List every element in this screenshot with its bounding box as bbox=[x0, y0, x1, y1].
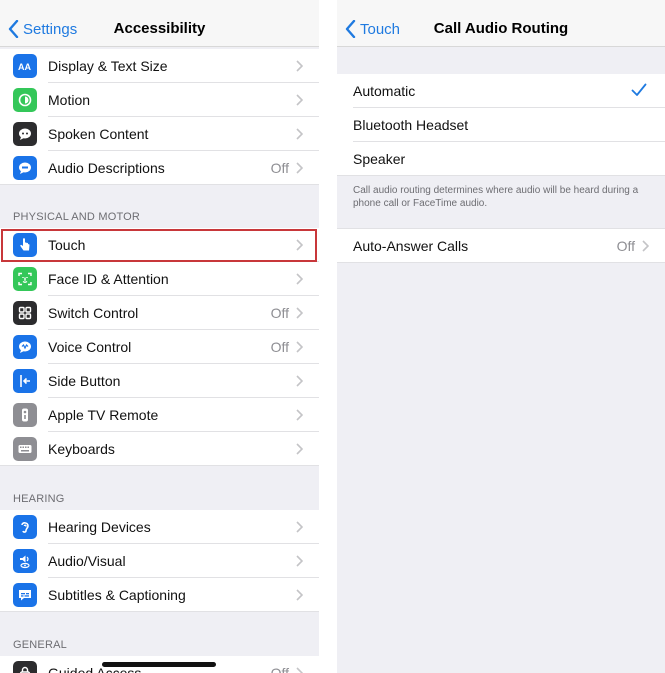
nav-bar: Touch Call Audio Routing bbox=[337, 0, 665, 47]
chevron-right-icon bbox=[296, 94, 303, 106]
row-label: Display & Text Size bbox=[48, 58, 168, 74]
nav-bar: Settings Accessibility bbox=[0, 0, 319, 47]
row-value: Off bbox=[270, 665, 289, 673]
chevron-right-icon bbox=[296, 239, 303, 251]
row-label: Side Button bbox=[48, 373, 121, 389]
lock-icon bbox=[13, 661, 37, 673]
section-header-general: GENERAL bbox=[13, 639, 67, 651]
routing-footnote: Call audio routing determines where audi… bbox=[353, 185, 639, 209]
row-label: Auto-Answer Calls bbox=[353, 238, 469, 254]
option-speaker[interactable]: Speaker bbox=[337, 142, 665, 176]
row-value: Off bbox=[270, 339, 289, 355]
keyboard-icon bbox=[13, 437, 37, 461]
row-label: Switch Control bbox=[48, 305, 139, 321]
svg-text:AA: AA bbox=[18, 62, 31, 72]
page-title: Accessibility bbox=[113, 20, 206, 37]
motion-icon bbox=[13, 88, 37, 112]
row-value: Off bbox=[616, 238, 635, 254]
row-keyboards[interactable]: Keyboards bbox=[0, 432, 319, 466]
row-voice-control[interactable]: Voice Control Off bbox=[0, 330, 319, 364]
chevron-right-icon bbox=[296, 589, 303, 601]
chevron-right-icon bbox=[642, 240, 649, 252]
row-motion[interactable]: Motion bbox=[0, 83, 319, 117]
speech-bubble-icon bbox=[13, 122, 37, 146]
chevron-right-icon bbox=[296, 667, 303, 673]
row-audio-descriptions[interactable]: Audio Descriptions Off bbox=[0, 151, 319, 185]
text-size-icon: AA bbox=[13, 54, 37, 78]
audio-visual-icon bbox=[13, 549, 37, 573]
chevron-right-icon bbox=[296, 307, 303, 319]
row-switch-control[interactable]: Switch Control Off bbox=[0, 296, 319, 330]
section-header-physical: PHYSICAL AND MOTOR bbox=[13, 211, 141, 223]
page-title: Call Audio Routing bbox=[433, 20, 569, 37]
row-label: Spoken Content bbox=[48, 126, 149, 142]
chevron-right-icon bbox=[296, 162, 303, 174]
row-label: Voice Control bbox=[48, 339, 132, 355]
checkmark-icon bbox=[631, 83, 647, 96]
home-indicator bbox=[102, 662, 216, 667]
chevron-right-icon bbox=[296, 521, 303, 533]
row-value: Off bbox=[270, 160, 289, 176]
row-label: Hearing Devices bbox=[48, 519, 151, 535]
row-label: Touch bbox=[48, 237, 86, 253]
row-label: Keyboards bbox=[48, 441, 115, 457]
option-bluetooth-headset[interactable]: Bluetooth Headset bbox=[337, 108, 665, 142]
row-display-text-size[interactable]: AA Display & Text Size bbox=[0, 49, 319, 83]
remote-icon bbox=[13, 403, 37, 427]
row-label: Face ID & Attention bbox=[48, 271, 169, 287]
chevron-right-icon bbox=[296, 273, 303, 285]
section-header-hearing: HEARING bbox=[13, 493, 65, 505]
call-audio-routing-screen: Touch Call Audio Routing Automatic Bluet… bbox=[337, 0, 665, 673]
audio-description-icon bbox=[13, 156, 37, 180]
chevron-right-icon bbox=[296, 341, 303, 353]
row-subtitles-captioning[interactable]: Subtitles & Captioning bbox=[0, 578, 319, 612]
row-apple-tv-remote[interactable]: Apple TV Remote bbox=[0, 398, 319, 432]
option-automatic[interactable]: Automatic bbox=[337, 74, 665, 108]
chevron-right-icon bbox=[296, 555, 303, 567]
row-audio-visual[interactable]: Audio/Visual bbox=[0, 544, 319, 578]
row-face-id-attention[interactable]: Face ID & Attention bbox=[0, 262, 319, 296]
chevron-right-icon bbox=[296, 409, 303, 421]
row-auto-answer-calls[interactable]: Auto-Answer Calls Off bbox=[337, 228, 665, 263]
row-touch[interactable]: Touch bbox=[0, 228, 319, 262]
row-label: Audio Descriptions bbox=[48, 160, 165, 176]
row-spoken-content[interactable]: Spoken Content bbox=[0, 117, 319, 151]
option-label: Bluetooth Headset bbox=[353, 117, 469, 133]
chevron-right-icon bbox=[296, 128, 303, 140]
row-label: Apple TV Remote bbox=[48, 407, 159, 423]
hand-pointer-icon bbox=[13, 233, 37, 257]
chevron-right-icon bbox=[296, 375, 303, 387]
accessibility-screen: Settings Accessibility AA Display & Text… bbox=[0, 0, 319, 673]
chevron-right-icon bbox=[296, 443, 303, 455]
ear-icon bbox=[13, 515, 37, 539]
row-label: Audio/Visual bbox=[48, 553, 126, 569]
switch-grid-icon bbox=[13, 301, 37, 325]
row-side-button[interactable]: Side Button bbox=[0, 364, 319, 398]
row-hearing-devices[interactable]: Hearing Devices bbox=[0, 510, 319, 544]
row-label: Subtitles & Captioning bbox=[48, 587, 186, 603]
voice-control-icon bbox=[13, 335, 37, 359]
chevron-right-icon bbox=[296, 60, 303, 72]
side-button-icon bbox=[13, 369, 37, 393]
captions-icon bbox=[13, 583, 37, 607]
option-label: Automatic bbox=[353, 83, 416, 99]
row-label: Motion bbox=[48, 92, 91, 108]
row-value: Off bbox=[270, 305, 289, 321]
face-id-icon bbox=[13, 267, 37, 291]
option-label: Speaker bbox=[353, 151, 406, 167]
